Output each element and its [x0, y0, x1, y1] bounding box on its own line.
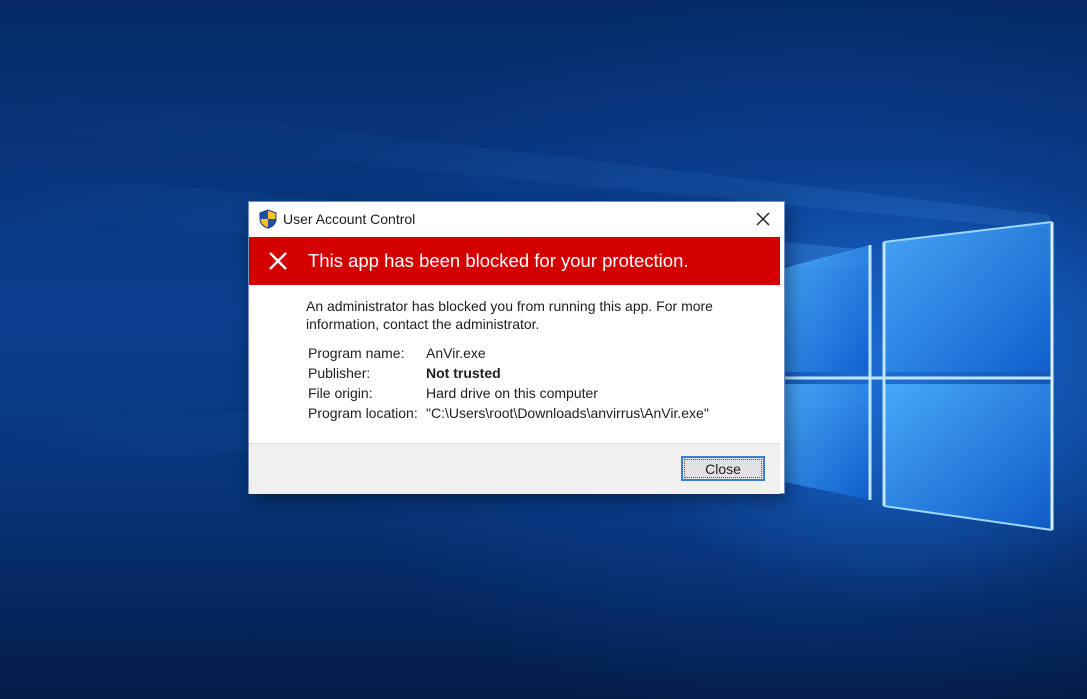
- banner-heading: This app has been blocked for your prote…: [308, 250, 689, 271]
- blocked-x-icon: [267, 250, 289, 272]
- uac-shield-icon: [259, 209, 277, 229]
- detail-label: Program name:: [308, 345, 405, 361]
- dialog-message: An administrator has blocked you from ru…: [306, 298, 713, 332]
- detail-label: File origin:: [308, 385, 373, 401]
- detail-label: Program location:: [308, 405, 418, 421]
- dialog-footer: Close: [249, 443, 780, 494]
- detail-value-file-origin: Hard drive on this computer: [426, 385, 598, 401]
- detail-value-publisher: Not trusted: [426, 365, 501, 381]
- blocked-banner: This app has been blocked for your prote…: [249, 237, 780, 285]
- detail-value-program-location: "C:\Users\root\Downloads\anvirrus\AnVir.…: [426, 405, 709, 421]
- dialog-titlebar: User Account Control: [249, 202, 784, 236]
- detail-label: Publisher:: [308, 365, 371, 381]
- uac-dialog: User Account Control This app has been b…: [249, 202, 784, 494]
- close-button[interactable]: Close: [681, 456, 765, 481]
- detail-value-program-name: AnVir.exe: [426, 345, 486, 361]
- close-icon[interactable]: [750, 206, 776, 232]
- dialog-title: User Account Control: [283, 211, 416, 227]
